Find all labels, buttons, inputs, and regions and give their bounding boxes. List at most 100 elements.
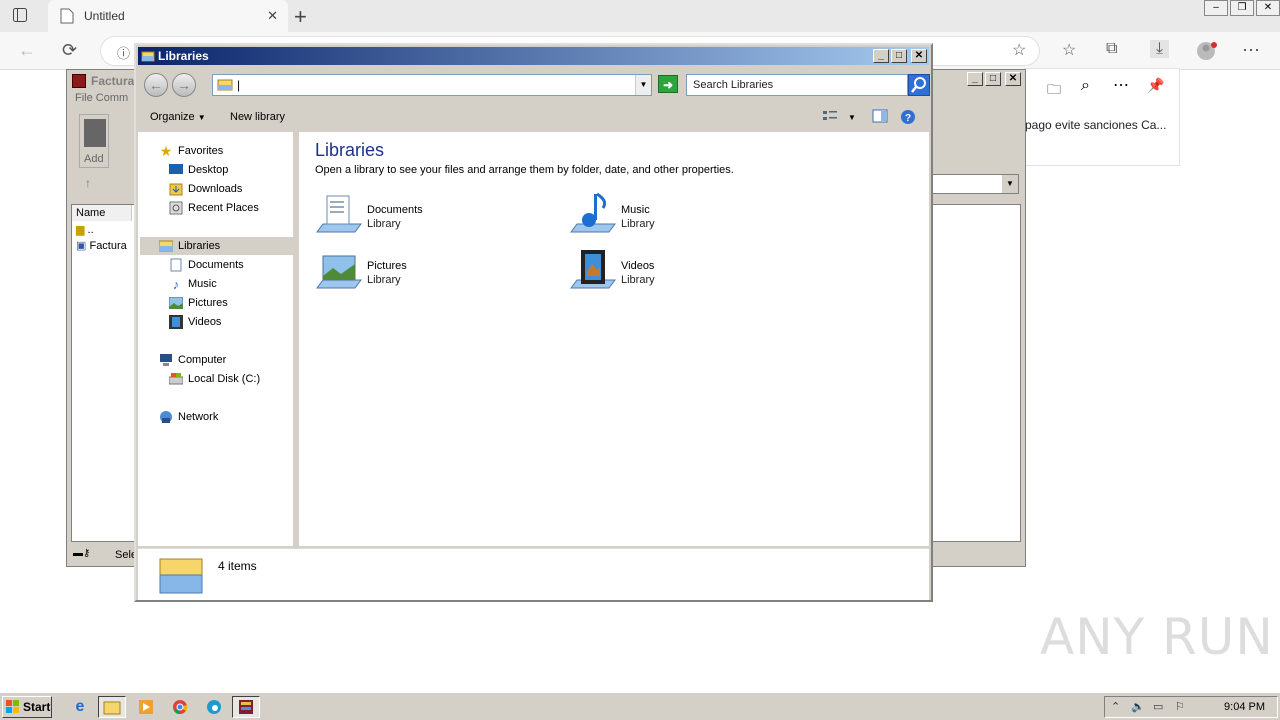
open-folder-icon[interactable]: 🗀 bbox=[1047, 79, 1061, 103]
close-button[interactable]: ✕ bbox=[1256, 0, 1280, 16]
close-button[interactable]: ✕ bbox=[911, 49, 927, 63]
dropdown-arrow-icon[interactable]: ▼ bbox=[1002, 175, 1018, 193]
new-library-button[interactable]: New library bbox=[230, 111, 285, 123]
help-icon[interactable]: ? bbox=[900, 109, 916, 128]
library-videos[interactable]: Videos Library bbox=[569, 248, 809, 300]
download-item-text[interactable]: pago evite sanciones Ca... bbox=[1025, 118, 1166, 132]
nav-computer[interactable]: Computer bbox=[158, 351, 226, 369]
address-field[interactable]: | ▼ bbox=[212, 74, 652, 96]
organize-button[interactable]: Organize ▼ bbox=[150, 111, 206, 123]
search-input[interactable]: Search Libraries bbox=[686, 74, 908, 96]
nav-favorites[interactable]: ★ Favorites bbox=[158, 142, 224, 160]
nav-pictures[interactable]: Pictures bbox=[168, 294, 228, 312]
pictures-icon bbox=[168, 295, 184, 311]
clock[interactable]: 9:04 PM bbox=[1224, 701, 1265, 713]
nav-libraries[interactable]: Libraries bbox=[140, 237, 294, 255]
nav-desktop[interactable]: Desktop bbox=[168, 161, 228, 179]
videos-icon bbox=[168, 314, 184, 330]
videos-library-icon bbox=[569, 248, 617, 296]
nav-label: Documents bbox=[188, 259, 244, 271]
nav-music[interactable]: ♪ Music bbox=[168, 275, 217, 293]
details-pane: 4 items bbox=[138, 548, 929, 600]
taskbar-ie-icon[interactable]: e bbox=[66, 696, 94, 718]
minimize-button[interactable]: _ bbox=[873, 49, 889, 63]
library-documents[interactable]: Documents Library bbox=[315, 192, 555, 244]
nav-videos[interactable]: Videos bbox=[168, 313, 221, 331]
network-status-icon[interactable]: ▭ bbox=[1153, 700, 1163, 713]
nav-downloads[interactable]: Downloads bbox=[168, 180, 242, 198]
tab-actions-icon[interactable] bbox=[12, 7, 34, 25]
tab-title: Untitled bbox=[84, 9, 125, 23]
more-options-icon[interactable]: ⋯ bbox=[1113, 75, 1129, 95]
info-icon[interactable]: ⓘ bbox=[117, 43, 130, 62]
winrar-path-combo[interactable]: ▼ bbox=[931, 174, 1019, 194]
winrar-menu[interactable]: File Comm bbox=[75, 92, 128, 104]
maximize-button[interactable]: □ bbox=[891, 49, 907, 63]
view-dropdown-icon[interactable]: ▼ bbox=[848, 113, 856, 122]
navigation-pane: ★ Favorites Desktop Downloads Recent Plac… bbox=[138, 132, 296, 546]
taskbar-chrome-icon[interactable] bbox=[166, 696, 194, 718]
new-tab-button[interactable]: + bbox=[294, 4, 307, 30]
taskbar-media-player-icon[interactable] bbox=[132, 696, 160, 718]
nav-network[interactable]: Network bbox=[158, 408, 218, 426]
favorites-icon[interactable]: ☆ bbox=[1062, 40, 1076, 60]
back-button[interactable]: ← bbox=[144, 73, 168, 97]
forward-button[interactable]: → bbox=[172, 73, 196, 97]
row-label: Factura bbox=[89, 240, 127, 252]
add-label: Add bbox=[84, 153, 104, 165]
volume-icon[interactable]: 🔈 bbox=[1131, 700, 1145, 713]
minimize-button[interactable]: _ bbox=[967, 72, 983, 86]
profile-avatar[interactable] bbox=[1196, 40, 1218, 67]
local-disk-icon bbox=[168, 371, 184, 387]
up-icon[interactable]: ↑ bbox=[85, 176, 91, 190]
show-hidden-icons-icon[interactable]: ⌃ bbox=[1111, 700, 1120, 713]
library-type: Library bbox=[621, 218, 655, 230]
add-favorite-icon[interactable]: ☆ bbox=[1012, 40, 1026, 60]
library-type: Library bbox=[621, 274, 655, 286]
downloads-icon[interactable]: ⤓ bbox=[1150, 40, 1170, 58]
tab-close-icon[interactable]: ✕ bbox=[267, 8, 278, 24]
nav-label: Favorites bbox=[178, 145, 224, 157]
collections-icon[interactable]: ⧉ bbox=[1106, 40, 1117, 58]
action-center-flag-icon[interactable]: ⚐ bbox=[1175, 700, 1185, 713]
search-button[interactable] bbox=[908, 74, 930, 96]
maximize-button[interactable]: □ bbox=[985, 72, 1001, 86]
restore-button[interactable]: ❐ bbox=[1230, 0, 1254, 16]
browser-tab[interactable]: Untitled ✕ bbox=[48, 0, 288, 32]
column-header-name[interactable]: Name bbox=[72, 205, 132, 221]
explorer-window[interactable]: Libraries _ □ ✕ ← → | ▼ ➜ Search Librari… bbox=[134, 43, 933, 602]
table-row[interactable]: ▆ .. bbox=[76, 223, 94, 236]
preview-pane-icon[interactable] bbox=[872, 109, 888, 126]
key-icon: ▬⚷ bbox=[73, 548, 91, 559]
refresh-icon[interactable]: ⟳ bbox=[62, 40, 77, 61]
nav-recent-places[interactable]: Recent Places bbox=[168, 199, 259, 217]
library-name: Videos bbox=[621, 260, 655, 272]
libraries-icon bbox=[141, 49, 155, 66]
table-row[interactable]: ▣ Factura bbox=[76, 239, 127, 252]
explorer-title-bar[interactable]: Libraries _ □ ✕ bbox=[138, 47, 929, 65]
address-dropdown-icon[interactable]: ▼ bbox=[635, 75, 651, 95]
nav-documents[interactable]: Documents bbox=[168, 256, 244, 274]
browser-window-controls: – ❐ ✕ bbox=[1202, 0, 1280, 20]
search-icon[interactable]: ⌕ bbox=[1081, 77, 1090, 95]
library-type: Library bbox=[367, 218, 401, 230]
change-view-icon[interactable] bbox=[822, 109, 838, 126]
back-icon[interactable]: ← bbox=[18, 40, 36, 61]
taskbar-edge-icon[interactable] bbox=[200, 696, 228, 718]
taskbar-winrar-icon[interactable] bbox=[232, 696, 260, 718]
library-pictures[interactable]: Pictures Library bbox=[315, 248, 555, 300]
taskbar-explorer-icon[interactable] bbox=[98, 696, 126, 718]
pin-icon[interactable]: 📌 bbox=[1147, 77, 1164, 94]
page-icon bbox=[60, 8, 74, 27]
libraries-icon bbox=[217, 78, 233, 95]
start-button[interactable]: Start bbox=[2, 696, 52, 718]
nav-local-disk[interactable]: Local Disk (C:) bbox=[168, 370, 260, 388]
start-label: Start bbox=[23, 700, 51, 714]
more-icon[interactable]: ⋯ bbox=[1242, 40, 1260, 61]
go-button[interactable]: ➜ bbox=[658, 75, 678, 93]
close-button[interactable]: ✕ bbox=[1005, 72, 1021, 86]
library-music[interactable]: Music Library bbox=[569, 192, 809, 244]
taskbar: Start e ⌃ 🔈 ▭ ⚐ 9:04 PM bbox=[0, 692, 1280, 720]
minimize-button[interactable]: – bbox=[1204, 0, 1228, 16]
winrar-add-button[interactable]: Add bbox=[79, 114, 109, 168]
